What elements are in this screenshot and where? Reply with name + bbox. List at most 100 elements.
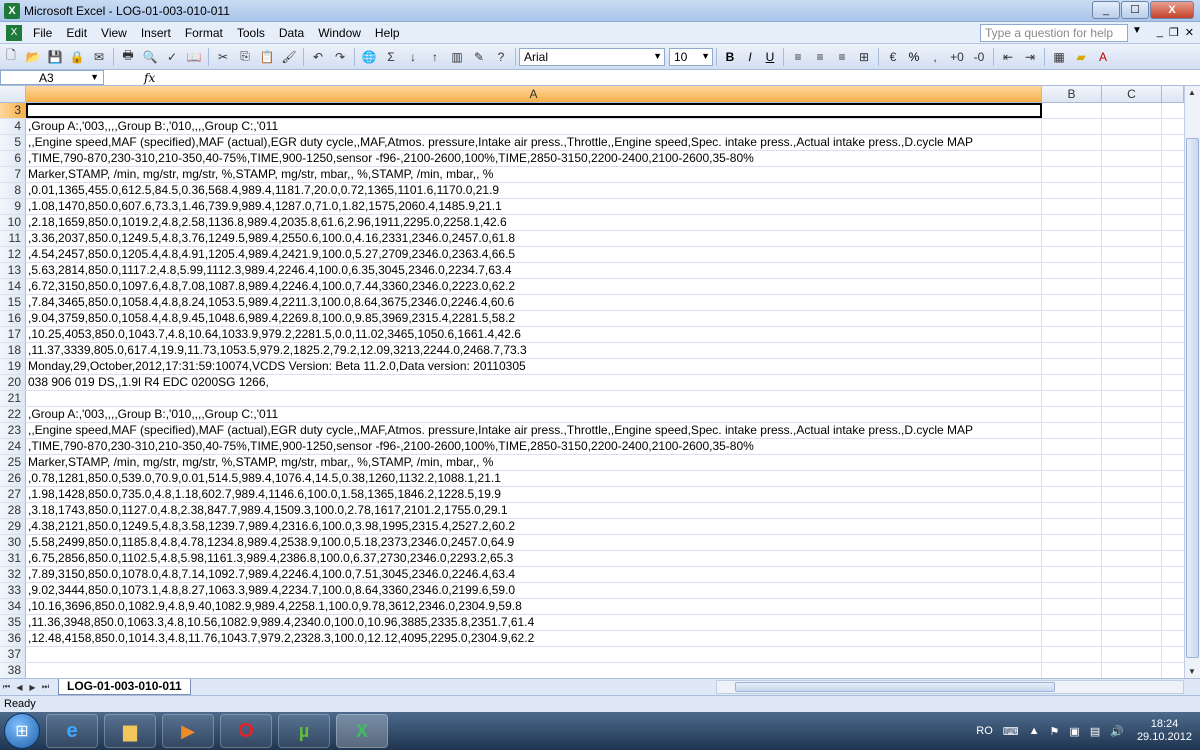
row-header[interactable]: 25 bbox=[0, 455, 26, 470]
cell-c[interactable] bbox=[1102, 279, 1162, 294]
sort-ascending-icon[interactable]: ↓ bbox=[404, 48, 422, 66]
cell-a[interactable]: ,9.04,3759,850.0,1058.4,4.8,9.45,1048.6,… bbox=[26, 311, 1042, 326]
row-header[interactable]: 27 bbox=[0, 487, 26, 502]
align-center-icon[interactable]: ≡ bbox=[811, 48, 829, 66]
menu-tools[interactable]: Tools bbox=[230, 26, 272, 40]
format-painter-icon[interactable]: 🖌 bbox=[280, 48, 298, 66]
cell-b[interactable] bbox=[1042, 567, 1102, 582]
cell-c[interactable] bbox=[1102, 215, 1162, 230]
fx-icon[interactable]: fx bbox=[144, 71, 155, 85]
fill-color-icon[interactable]: ▰ bbox=[1072, 48, 1090, 66]
ask-question-input[interactable]: Type a question for help bbox=[980, 24, 1128, 42]
first-sheet-icon[interactable]: ⏮ bbox=[0, 682, 13, 692]
cell-a[interactable]: ,11.37,3339,805.0,617.4,19.9,11.73,1053.… bbox=[26, 343, 1042, 358]
cell-b[interactable] bbox=[1042, 503, 1102, 518]
cell-a[interactable]: ,,Engine speed,MAF (specified),MAF (actu… bbox=[26, 135, 1042, 150]
cell-b[interactable] bbox=[1042, 295, 1102, 310]
spelling-icon[interactable]: ✓ bbox=[163, 48, 181, 66]
help-icon[interactable]: ? bbox=[492, 48, 510, 66]
row-header[interactable]: 20 bbox=[0, 375, 26, 390]
cell-b[interactable] bbox=[1042, 375, 1102, 390]
taskbar-ie[interactable]: e bbox=[46, 714, 98, 748]
show-hidden-icons-icon[interactable]: ▲ bbox=[1029, 725, 1040, 737]
cell-c[interactable] bbox=[1102, 535, 1162, 550]
row-header[interactable]: 17 bbox=[0, 327, 26, 342]
taskbar-excel[interactable]: X bbox=[336, 714, 388, 748]
percent-button[interactable]: % bbox=[905, 48, 923, 66]
row-header[interactable]: 15 bbox=[0, 295, 26, 310]
row-header[interactable]: 7 bbox=[0, 167, 26, 182]
cell-c[interactable] bbox=[1102, 327, 1162, 342]
column-header-b[interactable]: B bbox=[1042, 86, 1102, 103]
font-size-select[interactable]: 10 ▼ bbox=[669, 47, 713, 66]
excel-app-icon[interactable]: X bbox=[4, 2, 20, 19]
email-icon[interactable]: ✉ bbox=[90, 48, 108, 66]
cell-c[interactable] bbox=[1102, 583, 1162, 598]
drawing-icon[interactable]: ✎ bbox=[470, 48, 488, 66]
cell-a[interactable]: ,4.38,2121,850.0,1249.5,4.8,3.58,1239.7,… bbox=[26, 519, 1042, 534]
cell-b[interactable] bbox=[1042, 231, 1102, 246]
row-header[interactable]: 33 bbox=[0, 583, 26, 598]
cell-c[interactable] bbox=[1102, 407, 1162, 422]
cell-c[interactable] bbox=[1102, 423, 1162, 438]
cell-b[interactable] bbox=[1042, 263, 1102, 278]
cell-a[interactable]: ,2.18,1659,850.0,1019.2,4.8,2.58,1136.8,… bbox=[26, 215, 1042, 230]
cell-a[interactable]: ,Group A:,'003,,,,Group B:,'010,,,,Group… bbox=[26, 407, 1042, 422]
row-header[interactable]: 23 bbox=[0, 423, 26, 438]
cut-icon[interactable]: ✂ bbox=[214, 48, 232, 66]
cell-b[interactable] bbox=[1042, 151, 1102, 166]
cell-c[interactable] bbox=[1102, 647, 1162, 662]
chart-wizard-icon[interactable]: ▥ bbox=[448, 48, 466, 66]
cell-a[interactable] bbox=[26, 647, 1042, 662]
cell-a[interactable]: ,TIME,790-870,230-310,210-350,40-75%,TIM… bbox=[26, 439, 1042, 454]
cell-c[interactable] bbox=[1102, 503, 1162, 518]
row-header[interactable]: 34 bbox=[0, 599, 26, 614]
cell-c[interactable] bbox=[1102, 263, 1162, 278]
menu-window[interactable]: Window bbox=[311, 26, 368, 40]
align-left-icon[interactable]: ≡ bbox=[789, 48, 807, 66]
cell-a[interactable] bbox=[26, 103, 1042, 118]
cell-a[interactable]: ,0.01,1365,455.0,612.5,84.5,0.36,568.4,9… bbox=[26, 183, 1042, 198]
cell-a[interactable]: ,11.36,3948,850.0,1063.3,4.8,10.56,1082.… bbox=[26, 615, 1042, 630]
cell-c[interactable] bbox=[1102, 295, 1162, 310]
sheet-tab[interactable]: LOG-01-003-010-011 bbox=[58, 679, 191, 695]
cell-b[interactable] bbox=[1042, 311, 1102, 326]
cell-c[interactable] bbox=[1102, 135, 1162, 150]
column-header-blank[interactable] bbox=[1162, 86, 1184, 103]
name-box[interactable]: A3 ▼ bbox=[0, 70, 104, 85]
row-header[interactable]: 5 bbox=[0, 135, 26, 150]
maximize-button[interactable]: ☐ bbox=[1121, 1, 1149, 19]
row-header[interactable]: 32 bbox=[0, 567, 26, 582]
cell-c[interactable] bbox=[1102, 199, 1162, 214]
scroll-down-icon[interactable]: ▼ bbox=[1188, 667, 1196, 676]
cell-a[interactable]: ,9.02,3444,850.0,1073.1,4.8,8.27,1063.3,… bbox=[26, 583, 1042, 598]
document-icon[interactable]: X bbox=[6, 24, 22, 41]
cell-c[interactable] bbox=[1102, 567, 1162, 582]
row-header[interactable]: 36 bbox=[0, 631, 26, 646]
cell-b[interactable] bbox=[1042, 167, 1102, 182]
cell-a[interactable]: ,10.25,4053,850.0,1043.7,4.8,10.64,1033.… bbox=[26, 327, 1042, 342]
cell-a[interactable]: 038 906 019 DS,,1.9l R4 EDC 0200SG 1266, bbox=[26, 375, 1042, 390]
cell-c[interactable] bbox=[1102, 471, 1162, 486]
select-all-corner[interactable] bbox=[0, 86, 26, 103]
increase-indent-icon[interactable]: ⇥ bbox=[1021, 48, 1039, 66]
network-icon[interactable]: ▤ bbox=[1090, 725, 1100, 738]
cell-a[interactable] bbox=[26, 663, 1042, 678]
merge-center-icon[interactable]: ⊞ bbox=[855, 48, 873, 66]
cell-c[interactable] bbox=[1102, 231, 1162, 246]
save-icon[interactable]: 💾 bbox=[46, 48, 64, 66]
cell-b[interactable] bbox=[1042, 487, 1102, 502]
currency-icon[interactable]: € bbox=[884, 48, 902, 66]
cell-a[interactable]: ,3.36,2037,850.0,1249.5,4.8,3.76,1249.5,… bbox=[26, 231, 1042, 246]
autosum-icon[interactable]: Σ bbox=[382, 48, 400, 66]
cell-a[interactable]: Marker,STAMP, /min, mg/str, mg/str, %,ST… bbox=[26, 455, 1042, 470]
horizontal-scrollbar[interactable] bbox=[716, 680, 1184, 694]
paste-icon[interactable]: 📋 bbox=[258, 48, 276, 66]
hyperlink-icon[interactable]: 🌐 bbox=[360, 48, 378, 66]
print-icon[interactable]: 🖶 bbox=[119, 48, 137, 66]
cell-a[interactable]: ,12.48,4158,850.0,1014.3,4.8,11.76,1043.… bbox=[26, 631, 1042, 646]
align-right-icon[interactable]: ≡ bbox=[833, 48, 851, 66]
cell-b[interactable] bbox=[1042, 407, 1102, 422]
research-icon[interactable]: 📖 bbox=[185, 48, 203, 66]
cell-b[interactable] bbox=[1042, 391, 1102, 406]
